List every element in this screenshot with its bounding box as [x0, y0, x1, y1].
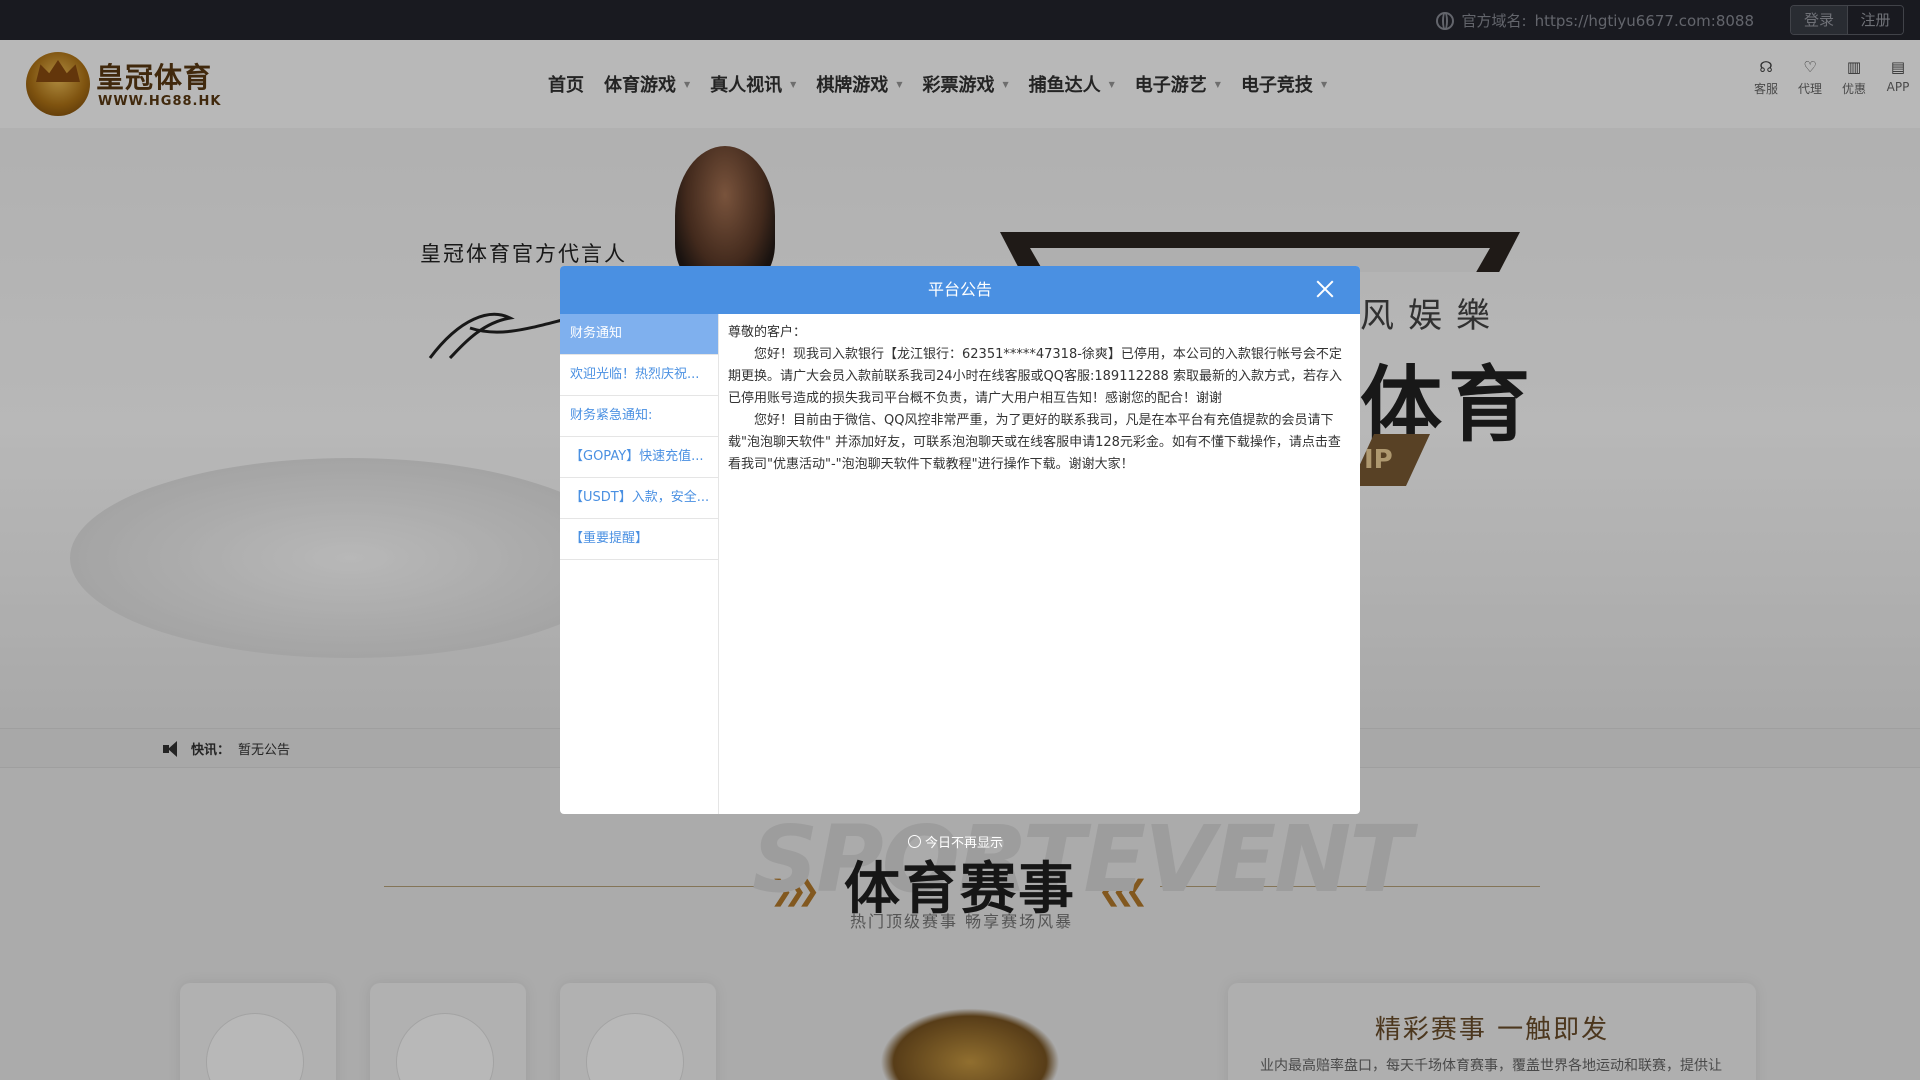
announcement-paragraph: 您好！现我司入款银行【龙江银行：62351*****47318-徐爽】已停用，本…: [728, 347, 1342, 406]
dont-show-label: 今日不再显示: [925, 836, 1004, 851]
announcement-paragraph: 您好！目前由于微信、QQ风控非常严重，为了更好的联系我司，凡是在本平台有充值提款…: [728, 413, 1341, 472]
tab-usdt[interactable]: 【USDT】入款，安全...: [560, 478, 718, 519]
tab-urgent-finance[interactable]: 财务紧急通知:: [560, 396, 718, 437]
announcement-content: 尊敬的客户： 您好！现我司入款银行【龙江银行：62351*****47318-徐…: [728, 322, 1352, 476]
close-icon[interactable]: [1314, 278, 1336, 300]
greeting: 尊敬的客户：: [728, 325, 807, 340]
tab-finance-notice[interactable]: 财务通知: [560, 314, 718, 355]
radio-button[interactable]: [908, 835, 921, 848]
tab-gopay[interactable]: 【GOPAY】快速充值...: [560, 437, 718, 478]
announcement-tabs: 财务通知 欢迎光临！热烈庆祝... 财务紧急通知: 【GOPAY】快速充值...…: [560, 314, 719, 814]
modal-title: 平台公告: [927, 280, 992, 299]
dont-show-today[interactable]: 今日不再显示: [908, 832, 1003, 851]
tab-important-reminder[interactable]: 【重要提醒】: [560, 519, 718, 560]
modal-header: 平台公告: [560, 266, 1360, 314]
tab-welcome[interactable]: 欢迎光临！热烈庆祝...: [560, 355, 718, 396]
announcement-modal: 平台公告 财务通知 欢迎光临！热烈庆祝... 财务紧急通知: 【GOPAY】快速…: [560, 266, 1360, 814]
